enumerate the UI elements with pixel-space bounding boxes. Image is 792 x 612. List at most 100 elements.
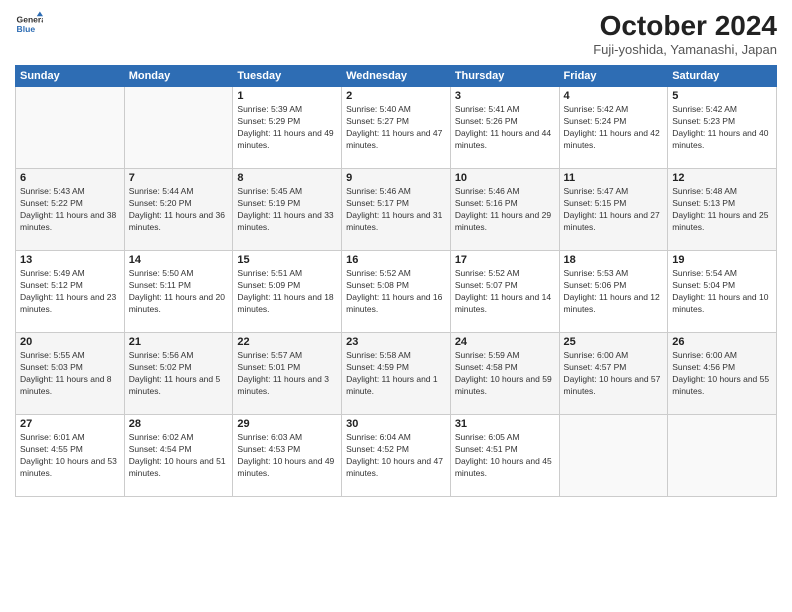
calendar-cell: 28 Sunrise: 6:02 AM Sunset: 4:54 PM Dayli… [124, 415, 233, 497]
day-info: Sunrise: 5:44 AM Sunset: 5:20 PM Dayligh… [129, 186, 229, 234]
day-info: Sunrise: 5:47 AM Sunset: 5:15 PM Dayligh… [564, 186, 664, 234]
day-info: Sunrise: 5:52 AM Sunset: 5:08 PM Dayligh… [346, 268, 446, 316]
calendar-cell [124, 87, 233, 169]
day-number: 6 [20, 172, 120, 184]
calendar-cell: 19Sunrise: 5:54 AM Sunset: 5:04 PM Dayli… [668, 251, 777, 333]
calendar-page: General Blue October 2024 Fuji-yoshida, … [0, 0, 792, 612]
day-number: 18 [564, 254, 664, 266]
calendar-cell: 30Sunrise: 6:04 AM Sunset: 4:52 PM Dayli… [342, 415, 451, 497]
day-info: Sunrise: 5:49 AM Sunset: 5:12 PM Dayligh… [20, 268, 120, 316]
calendar-cell: 13 Sunrise: 5:49 AM Sunset: 5:12 PM Dayli… [16, 251, 125, 333]
calendar-cell: 14 Sunrise: 5:50 AM Sunset: 5:11 PM Dayli… [124, 251, 233, 333]
calendar-cell: 29 Sunrise: 6:03 AM Sunset: 4:53 PM Dayli… [233, 415, 342, 497]
week-row-1: 1 Sunrise: 5:39 AM Sunset: 5:29 PM Daylig… [16, 87, 777, 169]
day-number: 27 [20, 418, 120, 430]
day-header-tuesday: Tuesday [233, 66, 342, 87]
day-number: 2 [346, 90, 446, 102]
day-header-monday: Monday [124, 66, 233, 87]
month-title: October 2024 [593, 10, 777, 42]
svg-text:Blue: Blue [17, 24, 36, 34]
day-number: 4 [564, 90, 664, 102]
day-header-thursday: Thursday [450, 66, 559, 87]
calendar-body: 1 Sunrise: 5:39 AM Sunset: 5:29 PM Daylig… [16, 87, 777, 497]
day-info: Sunrise: 5:58 AM Sunset: 4:59 PM Dayligh… [346, 350, 446, 398]
day-info: Sunrise: 6:05 AM Sunset: 4:51 PM Dayligh… [455, 432, 555, 480]
day-info: Sunrise: 6:01 AM Sunset: 4:55 PM Dayligh… [20, 432, 120, 480]
day-info: Sunrise: 5:46 AM Sunset: 5:17 PM Dayligh… [346, 186, 446, 234]
day-info: Sunrise: 6:00 AM Sunset: 4:57 PM Dayligh… [564, 350, 664, 398]
day-info: Sunrise: 5:54 AM Sunset: 5:04 PM Dayligh… [672, 268, 772, 316]
day-info: Sunrise: 5:41 AM Sunset: 5:26 PM Dayligh… [455, 104, 555, 152]
day-number: 15 [237, 254, 337, 266]
day-info: Sunrise: 5:39 AM Sunset: 5:29 PM Dayligh… [237, 104, 337, 152]
calendar-cell: 21Sunrise: 5:56 AM Sunset: 5:02 PM Dayli… [124, 333, 233, 415]
calendar-cell: 31 Sunrise: 6:05 AM Sunset: 4:51 PM Dayli… [450, 415, 559, 497]
day-number: 5 [672, 90, 772, 102]
day-info: Sunrise: 5:48 AM Sunset: 5:13 PM Dayligh… [672, 186, 772, 234]
week-row-3: 13 Sunrise: 5:49 AM Sunset: 5:12 PM Dayli… [16, 251, 777, 333]
calendar-header-row: SundayMondayTuesdayWednesdayThursdayFrid… [16, 66, 777, 87]
header: General Blue October 2024 Fuji-yoshida, … [15, 10, 777, 57]
title-block: October 2024 Fuji-yoshida, Yamanashi, Ja… [593, 10, 777, 57]
calendar-cell: 1 Sunrise: 5:39 AM Sunset: 5:29 PM Daylig… [233, 87, 342, 169]
day-number: 31 [455, 418, 555, 430]
calendar-cell: 11Sunrise: 5:47 AM Sunset: 5:15 PM Dayli… [559, 169, 668, 251]
day-number: 26 [672, 336, 772, 348]
day-info: Sunrise: 5:43 AM Sunset: 5:22 PM Dayligh… [20, 186, 120, 234]
day-number: 16 [346, 254, 446, 266]
calendar-cell: 12 Sunrise: 5:48 AM Sunset: 5:13 PM Dayli… [668, 169, 777, 251]
day-number: 25 [564, 336, 664, 348]
day-number: 20 [20, 336, 120, 348]
calendar-cell: 7Sunrise: 5:44 AM Sunset: 5:20 PM Daylig… [124, 169, 233, 251]
calendar-cell: 2 Sunrise: 5:40 AM Sunset: 5:27 PM Daylig… [342, 87, 451, 169]
day-info: Sunrise: 5:56 AM Sunset: 5:02 PM Dayligh… [129, 350, 229, 398]
calendar-cell: 17 Sunrise: 5:52 AM Sunset: 5:07 PM Dayli… [450, 251, 559, 333]
calendar-cell: 4 Sunrise: 5:42 AM Sunset: 5:24 PM Daylig… [559, 87, 668, 169]
day-number: 1 [237, 90, 337, 102]
day-header-wednesday: Wednesday [342, 66, 451, 87]
calendar-cell: 26 Sunrise: 6:00 AM Sunset: 4:56 PM Dayli… [668, 333, 777, 415]
day-number: 10 [455, 172, 555, 184]
day-info: Sunrise: 5:57 AM Sunset: 5:01 PM Dayligh… [237, 350, 337, 398]
day-number: 24 [455, 336, 555, 348]
calendar-cell [559, 415, 668, 497]
calendar-cell: 15Sunrise: 5:51 AM Sunset: 5:09 PM Dayli… [233, 251, 342, 333]
day-number: 12 [672, 172, 772, 184]
day-info: Sunrise: 5:59 AM Sunset: 4:58 PM Dayligh… [455, 350, 555, 398]
calendar-cell: 24 Sunrise: 5:59 AM Sunset: 4:58 PM Dayli… [450, 333, 559, 415]
day-number: 8 [237, 172, 337, 184]
calendar-cell: 3 Sunrise: 5:41 AM Sunset: 5:26 PM Daylig… [450, 87, 559, 169]
week-row-4: 20 Sunrise: 5:55 AM Sunset: 5:03 PM Dayli… [16, 333, 777, 415]
day-info: Sunrise: 6:02 AM Sunset: 4:54 PM Dayligh… [129, 432, 229, 480]
day-info: Sunrise: 5:45 AM Sunset: 5:19 PM Dayligh… [237, 186, 337, 234]
day-number: 3 [455, 90, 555, 102]
logo: General Blue [15, 10, 43, 38]
day-number: 30 [346, 418, 446, 430]
day-number: 29 [237, 418, 337, 430]
calendar-table: SundayMondayTuesdayWednesdayThursdayFrid… [15, 65, 777, 497]
day-info: Sunrise: 6:00 AM Sunset: 4:56 PM Dayligh… [672, 350, 772, 398]
day-info: Sunrise: 5:46 AM Sunset: 5:16 PM Dayligh… [455, 186, 555, 234]
day-number: 23 [346, 336, 446, 348]
day-header-friday: Friday [559, 66, 668, 87]
location: Fuji-yoshida, Yamanashi, Japan [593, 42, 777, 57]
day-number: 13 [20, 254, 120, 266]
day-info: Sunrise: 6:03 AM Sunset: 4:53 PM Dayligh… [237, 432, 337, 480]
day-number: 28 [129, 418, 229, 430]
calendar-cell: 8 Sunrise: 5:45 AM Sunset: 5:19 PM Daylig… [233, 169, 342, 251]
calendar-cell: 16 Sunrise: 5:52 AM Sunset: 5:08 PM Dayli… [342, 251, 451, 333]
day-info: Sunrise: 5:53 AM Sunset: 5:06 PM Dayligh… [564, 268, 664, 316]
day-info: Sunrise: 5:50 AM Sunset: 5:11 PM Dayligh… [129, 268, 229, 316]
day-info: Sunrise: 5:52 AM Sunset: 5:07 PM Dayligh… [455, 268, 555, 316]
day-number: 17 [455, 254, 555, 266]
calendar-cell: 5Sunrise: 5:42 AM Sunset: 5:23 PM Daylig… [668, 87, 777, 169]
week-row-2: 6 Sunrise: 5:43 AM Sunset: 5:22 PM Daylig… [16, 169, 777, 251]
day-info: Sunrise: 5:42 AM Sunset: 5:24 PM Dayligh… [564, 104, 664, 152]
day-info: Sunrise: 5:40 AM Sunset: 5:27 PM Dayligh… [346, 104, 446, 152]
day-info: Sunrise: 5:55 AM Sunset: 5:03 PM Dayligh… [20, 350, 120, 398]
calendar-cell: 10 Sunrise: 5:46 AM Sunset: 5:16 PM Dayli… [450, 169, 559, 251]
calendar-cell [16, 87, 125, 169]
calendar-cell: 18 Sunrise: 5:53 AM Sunset: 5:06 PM Dayli… [559, 251, 668, 333]
day-number: 14 [129, 254, 229, 266]
calendar-cell [668, 415, 777, 497]
